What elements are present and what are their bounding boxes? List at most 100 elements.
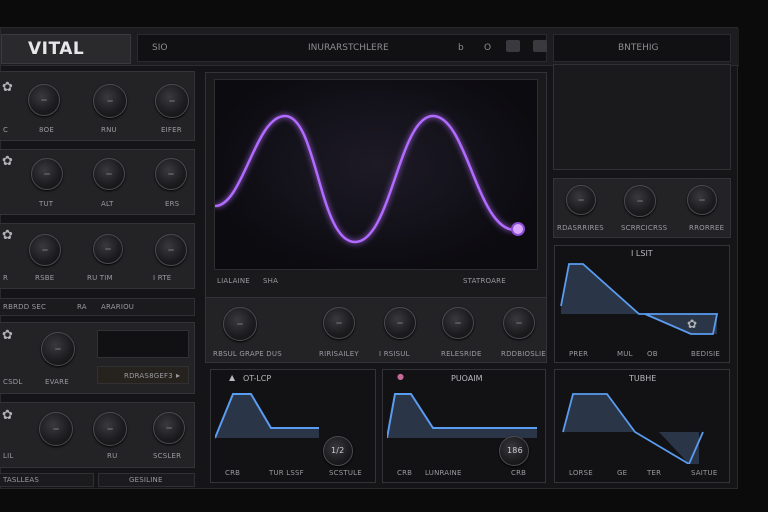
right-env-label-1: MUL xyxy=(617,350,633,358)
knob-row1-b[interactable] xyxy=(93,84,127,118)
right-env-label-3: BEDISIE xyxy=(691,350,721,358)
module-icon: ✿ xyxy=(2,80,13,95)
module-icon: ✿ xyxy=(2,408,13,423)
right-title-field: BNTEHIG xyxy=(553,34,731,62)
row2-label-1: TUT xyxy=(39,200,54,208)
bottom-label-0: TASLLEAS xyxy=(3,476,40,484)
right-knob-1[interactable] xyxy=(566,185,596,215)
knob-row4-a[interactable] xyxy=(41,332,75,366)
patch-bank-field[interactable]: SIO INURARSTCHLERE b O xyxy=(137,34,547,62)
env3-label-1: GE xyxy=(617,469,628,477)
logo: VITAL xyxy=(28,39,85,59)
osc-knob-4[interactable] xyxy=(442,307,474,339)
env1-title: OT-LCP xyxy=(243,374,272,383)
row4-selector[interactable]: RDRAS8GEF3 ▸ xyxy=(97,366,189,384)
env3-graph[interactable] xyxy=(559,384,725,464)
row5-label-0: LIL xyxy=(3,452,14,460)
knob-row5-a[interactable] xyxy=(39,412,73,446)
knob-row1-a[interactable] xyxy=(28,84,60,116)
right-knob-3[interactable] xyxy=(687,185,717,215)
row4-label-0: CSDL xyxy=(3,378,23,386)
osc-knob-2[interactable] xyxy=(323,307,355,339)
wave-display[interactable] xyxy=(214,79,538,270)
osc-knob-label-4: RELESRIDE xyxy=(441,350,482,358)
knob-row2-b[interactable] xyxy=(93,158,125,190)
knob-row5-c[interactable] xyxy=(153,412,185,444)
osc-knob-1[interactable] xyxy=(223,307,257,341)
right-knob-label-1: RDASRRIRES xyxy=(557,224,604,232)
row3-label-2: RU TIM xyxy=(87,274,113,282)
right-env-title: I LSIT xyxy=(631,249,653,258)
logo-box: VITAL xyxy=(1,34,131,64)
row3-label-0: R xyxy=(3,274,9,282)
osc-knob-3[interactable] xyxy=(384,307,416,339)
knob-row2-a[interactable] xyxy=(31,158,63,190)
row1-label-3: EIFER xyxy=(161,126,182,134)
env3-label-3: SAITUE xyxy=(691,469,718,477)
right-knob-label-2: SCRRCICRSS xyxy=(621,224,668,232)
env1-value: 1/2 xyxy=(331,446,345,455)
osc-knob-5[interactable] xyxy=(503,307,535,339)
knob-row3-b[interactable] xyxy=(93,234,123,264)
env2-label-0: CRB xyxy=(397,469,413,477)
osc-footer-left: LIALAINE xyxy=(217,277,250,285)
strip-label-1: RA xyxy=(77,303,87,311)
env2-title: PUOAIM xyxy=(451,374,483,383)
osc-knob-label-5: RDDBIOSLIE xyxy=(501,350,546,358)
knob-row3-c[interactable] xyxy=(155,234,187,266)
waveform-line xyxy=(214,114,516,244)
right-knob-label-3: RRORREE xyxy=(689,224,725,232)
row2-label-2: ALT xyxy=(101,200,114,208)
env1-icon: ▲ xyxy=(229,373,236,382)
wave-handle xyxy=(511,222,525,236)
waveform-svg xyxy=(214,114,525,244)
patch-bank-label: SIO xyxy=(152,43,168,53)
env2-value: 186 xyxy=(507,446,523,455)
row4-label-1: EVARE xyxy=(45,378,69,386)
top-bar: VITAL SIO INURARSTCHLERE b O BNTEHIG xyxy=(1,28,739,66)
row3-label-1: RSBE xyxy=(35,274,55,282)
row1-label-1: 8OE xyxy=(39,126,54,134)
row1-label-0: C xyxy=(3,126,9,134)
knob-row1-c[interactable] xyxy=(155,84,189,118)
knob-row3-a[interactable] xyxy=(29,234,61,266)
row4-selector-value: RDRAS8GEF3 xyxy=(124,372,173,380)
bottom-label-1: GESILINE xyxy=(129,476,163,484)
env3-label-0: LORSE xyxy=(569,469,593,477)
knob-row2-c[interactable] xyxy=(155,158,187,190)
osc-knob-label-1: RBSUL GRAPE DUS xyxy=(213,350,282,358)
osc-knob-label-2: RIRISAILEY xyxy=(319,350,359,358)
env1-label-2: SCSTULE xyxy=(329,469,362,477)
row5-label-1: RU xyxy=(107,452,118,460)
menu-button[interactable] xyxy=(533,40,547,52)
row2-label-3: ERS xyxy=(165,200,180,208)
row1-label-2: RNU xyxy=(101,126,117,134)
right-env-icon: ✿ xyxy=(687,317,697,331)
osc-footer-right: STATROARE xyxy=(463,277,506,285)
preset-name: INURARSTCHLERE xyxy=(308,43,389,53)
env2-value-knob[interactable]: 186 xyxy=(499,436,529,466)
osc-knob-label-3: I RSISUL xyxy=(379,350,410,358)
strip-label-2: ARARIOU xyxy=(101,303,135,311)
env3-title: TUBHE xyxy=(629,374,657,383)
save-button[interactable] xyxy=(506,40,520,52)
right-env-label-2: OB xyxy=(647,350,658,358)
env1-label-0: CRB xyxy=(225,469,241,477)
synth-window: VITAL SIO INURARSTCHLERE b O BNTEHIG ✿ C… xyxy=(0,27,739,489)
env2-label-1: LUNRAINE xyxy=(425,469,462,477)
chevron-right-icon: ▸ xyxy=(176,371,181,380)
env1-label-1: TUR LSSF xyxy=(269,469,304,477)
preset-button-a[interactable]: b xyxy=(458,43,464,53)
right-display xyxy=(553,64,731,170)
row3-label-3: I RTE xyxy=(153,274,172,282)
env1-value-knob[interactable]: 1/2 xyxy=(323,436,353,466)
preset-button-b[interactable]: O xyxy=(484,43,491,53)
strip-label-0: RBRDD SEC xyxy=(3,303,47,311)
right-knob-2[interactable] xyxy=(624,185,656,217)
knob-row5-b[interactable] xyxy=(93,412,127,446)
module-icon: ✿ xyxy=(2,228,13,243)
row4-display xyxy=(97,330,189,358)
env2-icon: ● xyxy=(397,372,404,381)
osc-footer-mid: SHA xyxy=(263,277,279,285)
right-env-graph[interactable]: ✿ xyxy=(559,260,725,346)
